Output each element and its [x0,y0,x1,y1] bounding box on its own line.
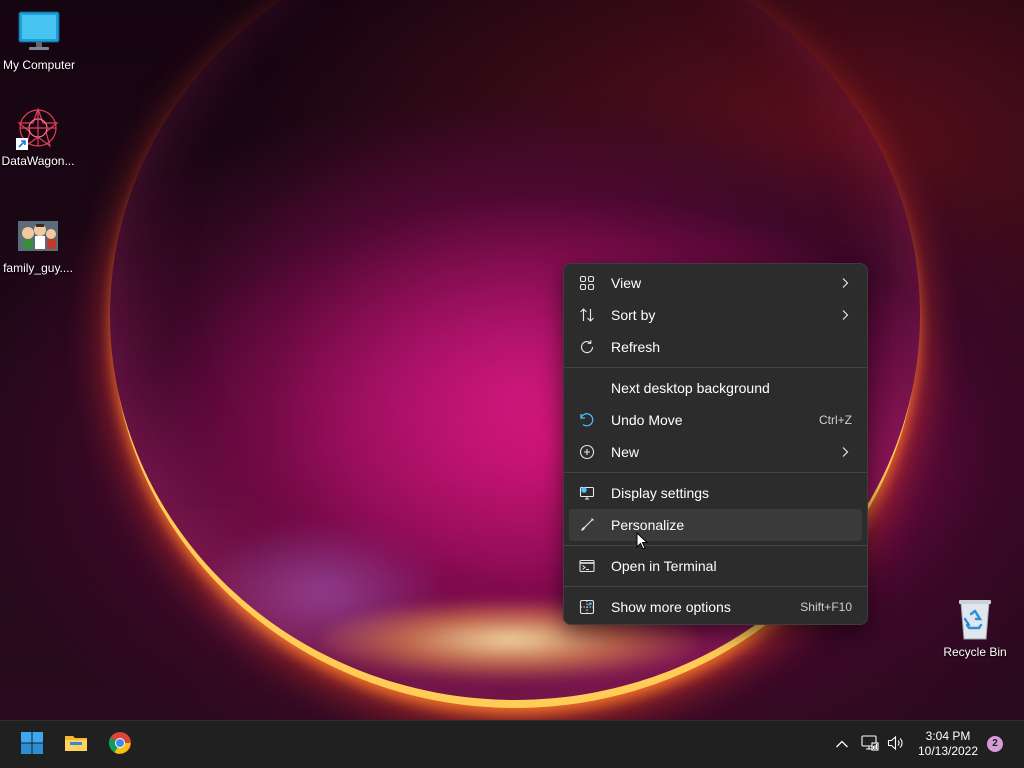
desktop-icon-my-computer[interactable]: My Computer [1,10,77,72]
desktop-icon-label: Recycle Bin [943,645,1007,659]
menu-item-sort-by[interactable]: Sort by [569,299,862,331]
menu-item-undo-move[interactable]: Undo Move Ctrl+Z [569,404,862,436]
menu-separator [564,367,867,368]
menu-item-label: Next desktop background [611,380,770,396]
menu-item-open-terminal[interactable]: Open in Terminal [569,550,862,582]
monitor-icon [17,10,61,54]
recycle-bin-icon [953,597,997,641]
desktop-icon-datawagon[interactable]: DataWagon... [0,106,76,168]
menu-item-label: Display settings [611,485,710,501]
folder-icon [64,732,88,759]
network-icon [861,734,879,756]
volume-button[interactable] [884,731,908,759]
menu-separator [564,472,867,473]
menu-item-label: Refresh [611,339,661,355]
show-hidden-icons-button[interactable] [830,731,854,759]
clock-time: 3:04 PM [925,729,971,743]
menu-item-personalize[interactable]: Personalize [569,509,862,541]
menu-separator [564,545,867,546]
chevron-up-icon [835,736,849,754]
mouse-cursor-icon [636,531,649,555]
chevron-right-icon [840,446,850,458]
plus-circle-icon [578,443,596,461]
menu-item-next-background[interactable]: Next desktop background [569,372,862,404]
menu-separator [564,586,867,587]
desktop-icon-label: family_guy.... [3,261,73,275]
chevron-right-icon [840,309,850,321]
display-settings-icon [578,484,596,502]
desktop-icon-recycle-bin[interactable]: Recycle Bin [937,597,1013,659]
menu-item-new[interactable]: New [569,436,862,468]
taskbar-app-chrome[interactable] [104,729,136,761]
shortcut-text: Ctrl+Z [819,413,852,427]
chrome-icon [108,731,132,760]
sort-arrows-icon [578,306,596,324]
volume-icon [887,735,905,756]
image-file-icon [16,213,60,257]
menu-item-label: Sort by [611,307,656,323]
refresh-icon [578,338,596,356]
menu-item-label: View [611,275,642,291]
taskbar-app-file-explorer[interactable] [60,729,92,761]
datawagon-shortcut-icon [16,106,60,150]
desktop-icon-family-guy[interactable]: family_guy.... [0,213,76,275]
menu-item-display-settings[interactable]: Display settings [569,477,862,509]
menu-item-label: Open in Terminal [611,558,717,574]
system-clock[interactable]: 3:04 PM 10/13/2022 [912,729,984,759]
menu-item-label: Undo Move [611,412,683,428]
undo-icon [578,411,596,429]
clock-date: 10/13/2022 [917,744,979,758]
desktop-context-menu: View Sort by Refresh Next desktop backgr… [563,263,868,625]
desktop-icon-label: DataWagon... [1,154,75,168]
desktop-wallpaper [0,0,1024,720]
taskbar: 3:04 PM 10/13/2022 [0,720,1024,768]
windows-start-icon [20,731,44,760]
menu-item-refresh[interactable]: Refresh [569,331,862,363]
menu-item-view[interactable]: View [569,267,862,299]
brush-icon [578,516,596,534]
network-button[interactable] [858,731,882,759]
menu-item-label: Show more options [611,599,731,615]
desktop-icon-label: My Computer [2,58,76,72]
shortcut-text: Shift+F10 [800,600,852,614]
chevron-right-icon [840,277,850,289]
start-button[interactable] [16,729,48,761]
menu-item-label: New [611,444,640,460]
menu-item-label: Personalize [611,517,685,533]
menu-item-show-more-options[interactable]: Show more options Shift+F10 [569,591,862,623]
grid-view-icon [578,274,596,292]
terminal-icon [578,557,596,575]
notification-badge[interactable]: 2 [987,736,1003,752]
more-options-icon [578,598,596,616]
